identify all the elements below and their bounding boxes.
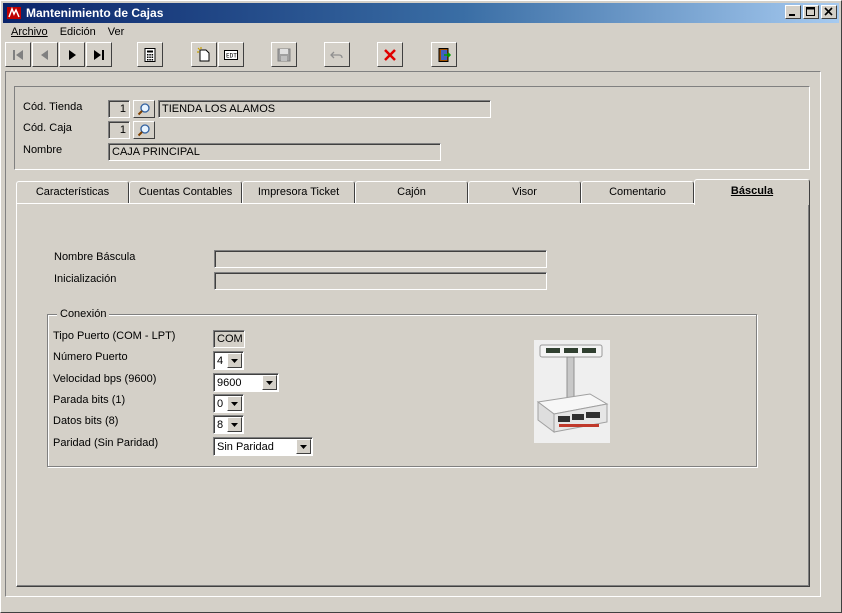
caja-lookup-button[interactable]	[133, 121, 155, 139]
tab-impresora-ticket[interactable]: Impresora Ticket	[242, 181, 355, 203]
next-record-icon	[69, 50, 76, 60]
undo-button[interactable]	[324, 42, 350, 67]
new-record-button[interactable]	[191, 42, 217, 67]
delete-button[interactable]	[377, 42, 403, 67]
edit-record-icon: EDT	[224, 50, 238, 60]
minimize-button[interactable]	[785, 5, 801, 19]
toolbar: EDT	[5, 42, 839, 68]
tab-cuentas-contables[interactable]: Cuentas Contables	[129, 181, 242, 203]
bascula-tab-panel: Nombre Báscula Inicialización Conexión T…	[16, 203, 810, 587]
magnifier-icon	[137, 103, 150, 116]
velocidad-label: Velocidad bps (9600)	[53, 373, 157, 385]
parada-bits-label: Parada bits (1)	[53, 394, 126, 406]
chevron-down-icon	[231, 423, 238, 427]
inicializacion-field[interactable]	[214, 272, 547, 290]
main-panel: Cód. Tienda 1 TIENDA LOS ALAMOS Cód. Caj…	[5, 71, 821, 597]
delete-icon	[384, 49, 396, 61]
tienda-lookup-button[interactable]	[133, 100, 155, 118]
close-window-button[interactable]	[821, 5, 837, 19]
menu-edicion[interactable]: Edición	[54, 25, 102, 41]
new-record-icon	[197, 47, 210, 62]
scale-image	[534, 340, 610, 443]
tab-cajon[interactable]: Cajón	[355, 181, 468, 203]
dropdown-arrow[interactable]	[296, 439, 311, 454]
maximize-icon	[806, 7, 815, 16]
numero-puerto-select[interactable]: 4	[213, 351, 244, 370]
close-icon	[824, 7, 833, 16]
nombre-label: Nombre	[23, 144, 63, 156]
svg-text:EDT: EDT	[226, 53, 237, 60]
app-icon[interactable]	[6, 5, 22, 21]
tab-caracteristicas[interactable]: Características	[16, 181, 129, 203]
menu-bar: Archivo Edición Ver	[5, 25, 130, 41]
previous-record-button[interactable]	[32, 42, 58, 67]
tienda-label: Cód. Tienda	[23, 101, 83, 113]
menu-ver[interactable]: Ver	[102, 25, 131, 41]
paridad-label: Paridad (Sin Paridad)	[53, 437, 159, 449]
paridad-select[interactable]: Sin Paridad	[213, 437, 313, 456]
inicializacion-label: Inicialización	[54, 273, 117, 285]
dropdown-arrow[interactable]	[227, 353, 242, 368]
dropdown-arrow[interactable]	[227, 396, 242, 411]
conexion-legend: Conexión	[57, 308, 110, 320]
main-window: Mantenimiento de Cajas Archivo Edición V…	[0, 0, 842, 613]
calculator-button[interactable]	[137, 42, 163, 67]
datos-bits-label: Datos bits (8)	[53, 415, 119, 427]
velocidad-select[interactable]: 9600	[213, 373, 279, 392]
magnifier-icon	[137, 124, 150, 137]
first-record-icon	[13, 50, 23, 60]
nombre-bascula-field[interactable]	[214, 250, 547, 268]
last-record-icon	[94, 50, 104, 60]
tipo-puerto-label: Tipo Puerto (COM - LPT)	[53, 330, 176, 342]
save-button[interactable]	[271, 42, 297, 67]
chevron-down-icon	[300, 445, 307, 449]
tienda-name-field[interactable]: TIENDA LOS ALAMOS	[158, 100, 491, 118]
maximize-button[interactable]	[803, 5, 819, 19]
nombre-field[interactable]: CAJA PRINCIPAL	[108, 143, 441, 161]
tipo-puerto-field[interactable]: COM	[213, 330, 245, 348]
previous-record-icon	[41, 50, 48, 60]
next-record-button[interactable]	[59, 42, 85, 67]
header-group: Cód. Tienda 1 TIENDA LOS ALAMOS Cód. Caj…	[14, 86, 810, 170]
parada-bits-select[interactable]: 0	[213, 394, 244, 413]
dropdown-arrow[interactable]	[262, 375, 277, 390]
weighing-scale-icon	[534, 340, 610, 443]
dropdown-arrow[interactable]	[227, 417, 242, 432]
first-record-button[interactable]	[5, 42, 31, 67]
chevron-down-icon	[266, 381, 273, 385]
exit-icon	[438, 48, 452, 62]
calculator-icon	[144, 48, 156, 62]
title-bar[interactable]: Mantenimiento de Cajas	[3, 3, 839, 23]
datos-bits-select[interactable]: 8	[213, 415, 244, 434]
chevron-down-icon	[231, 402, 238, 406]
window-title: Mantenimiento de Cajas	[26, 6, 164, 20]
tab-comentario[interactable]: Comentario	[581, 181, 694, 203]
nombre-bascula-label: Nombre Báscula	[54, 251, 136, 263]
tab-strip: Características Cuentas Contables Impres…	[16, 179, 812, 205]
tienda-code-field[interactable]: 1	[108, 100, 130, 118]
tab-bascula[interactable]: Báscula	[694, 179, 810, 205]
save-icon	[277, 48, 291, 62]
numero-puerto-label: Número Puerto	[53, 351, 128, 363]
exit-button[interactable]	[431, 42, 457, 67]
minimize-icon	[789, 14, 795, 16]
tab-visor[interactable]: Visor	[468, 181, 581, 203]
undo-icon	[330, 51, 343, 59]
edit-record-button[interactable]: EDT	[218, 42, 244, 67]
caja-label: Cód. Caja	[23, 122, 72, 134]
caja-code-field[interactable]: 1	[108, 121, 130, 139]
chevron-down-icon	[231, 359, 238, 363]
menu-archivo[interactable]: Archivo	[5, 25, 54, 41]
last-record-button[interactable]	[86, 42, 112, 67]
